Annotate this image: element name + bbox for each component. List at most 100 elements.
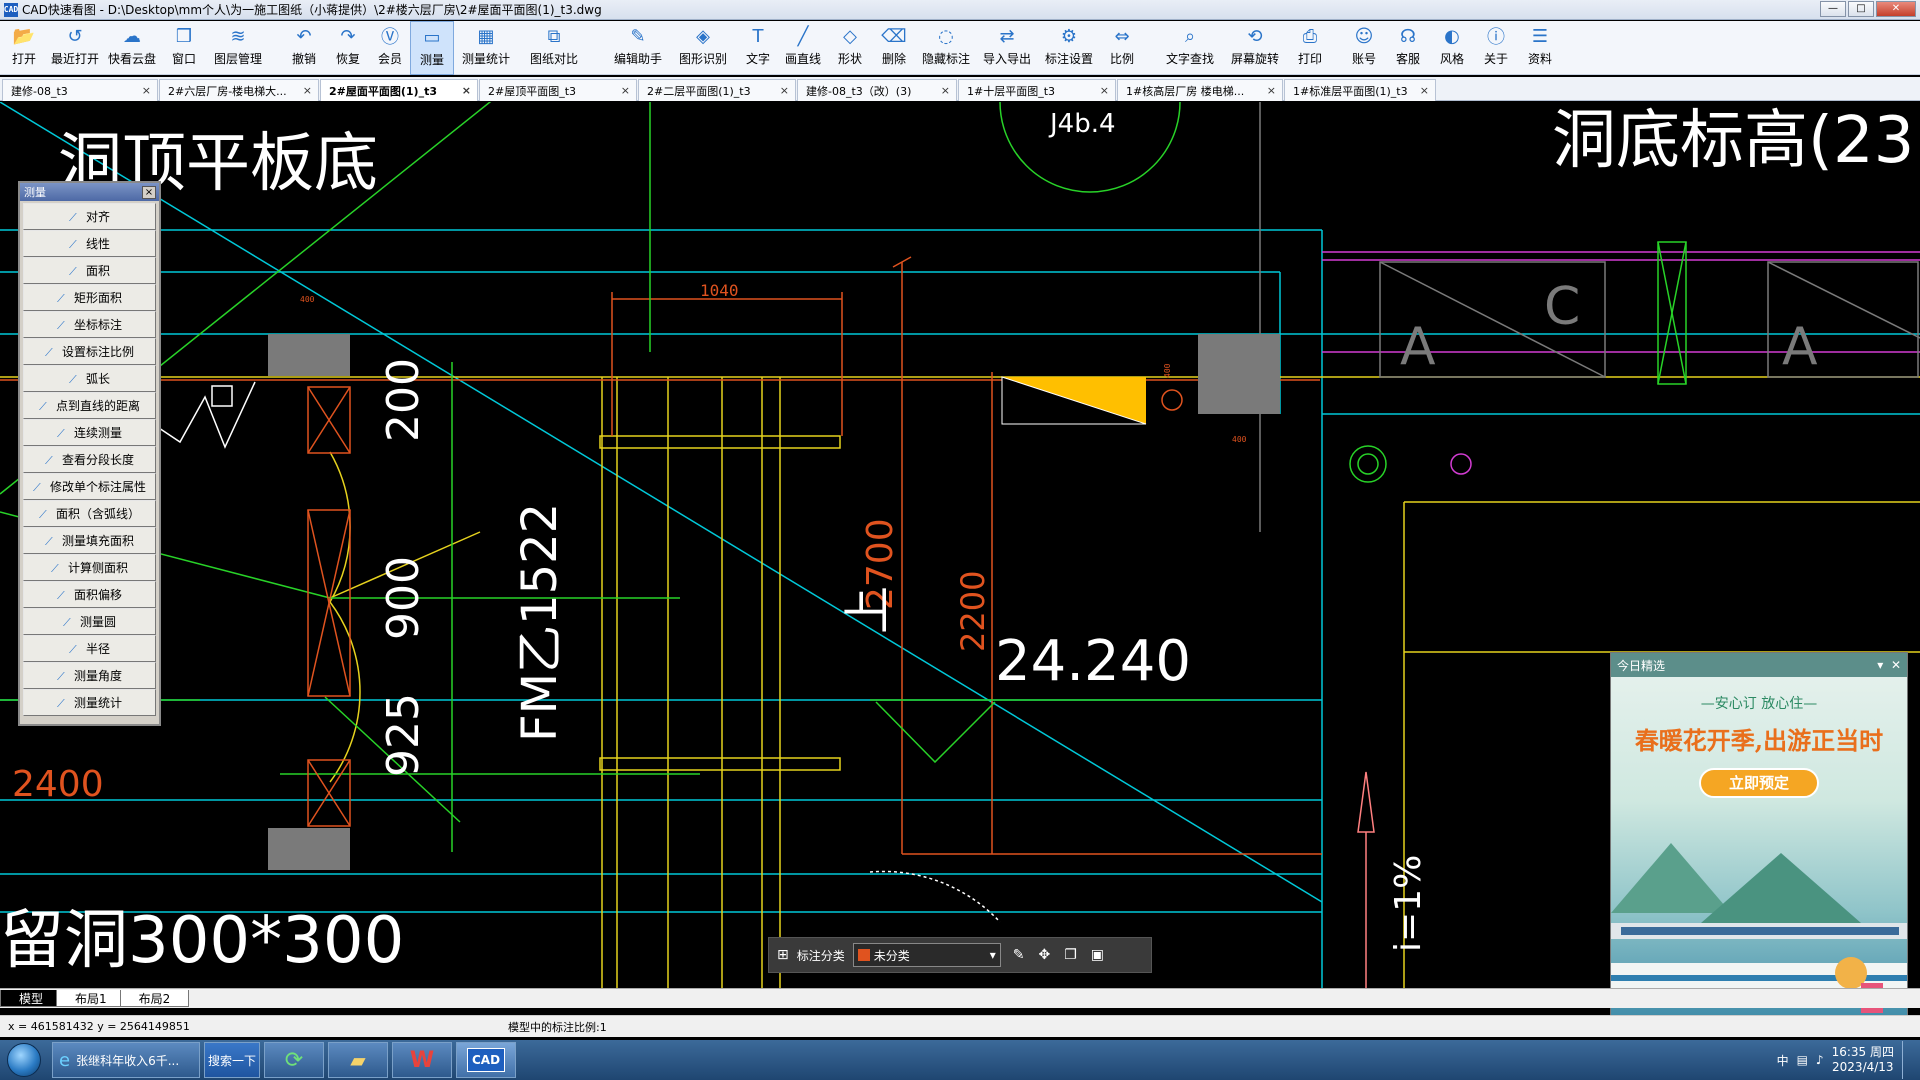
move-icon[interactable]: ✥ xyxy=(1038,947,1050,963)
measure-tool-item[interactable]: ⟋ 测量角度 xyxy=(23,662,156,689)
measure-tool-item[interactable]: ⟋ 矩形面积 xyxy=(23,284,156,311)
measure-tool-item[interactable]: ⟋ 面积（含弧线） xyxy=(23,500,156,527)
ad-close-icon[interactable]: ✕ xyxy=(1891,658,1901,672)
measure-tool-item[interactable]: ⟋ 计算侧面积 xyxy=(23,554,156,581)
measure-tool-item[interactable]: ⟋ 半径 xyxy=(23,635,156,662)
toolbar-eraser-button[interactable]: ⌫ 删除 xyxy=(872,21,916,75)
close-button[interactable]: ✕ xyxy=(1876,1,1916,17)
taskbar-app-green[interactable]: ⟳ xyxy=(264,1042,324,1078)
toolbar-cloud-button[interactable]: ☁ 快看云盘 xyxy=(104,21,160,75)
measure-tool-item[interactable]: ⟋ 测量统计 xyxy=(23,689,156,716)
tab-close-icon[interactable]: × xyxy=(142,84,151,97)
document-tab[interactable]: 1#核高层厂房 楼电梯... × xyxy=(1117,79,1283,101)
taskbar-browser[interactable]: e 张继科年收入6千... xyxy=(52,1042,200,1078)
document-tab[interactable]: 2#屋面平面图(1)_t3 × xyxy=(320,79,478,101)
document-tab[interactable]: 2#二层平面图(1)_t3 × xyxy=(638,79,796,101)
measure-tool-item[interactable]: ⟋ 对齐 xyxy=(23,203,156,230)
copy-icon[interactable]: ❐ xyxy=(1064,947,1077,963)
toolbar-vip-button[interactable]: Ⓥ 会员 xyxy=(370,21,410,75)
toolbar-import-export-button[interactable]: ⇄ 导入导出 xyxy=(976,21,1038,75)
toolbar-text-button[interactable]: T 文字 xyxy=(738,21,778,75)
taskbar-wps[interactable]: W xyxy=(392,1042,452,1078)
taskbar-search-button[interactable]: 搜索一下 xyxy=(204,1042,260,1078)
toolbar-measure-button[interactable]: ▭ 测量 xyxy=(410,21,454,75)
tab-close-icon[interactable]: × xyxy=(1420,84,1429,97)
toolbar-rotate-button[interactable]: ⟲ 屏幕旋转 xyxy=(1224,21,1286,75)
toolbar-materials-button[interactable]: ☰ 资料 xyxy=(1518,21,1562,75)
tab-close-icon[interactable]: × xyxy=(1100,84,1109,97)
toolbar-redo-button[interactable]: ↷ 恢复 xyxy=(326,21,370,75)
tab-close-icon[interactable]: × xyxy=(621,84,630,97)
toolbar-scale-button[interactable]: ⇔ 比例 xyxy=(1100,21,1144,75)
measure-panel-header[interactable]: 测量 × xyxy=(20,183,159,201)
show-desktop-button[interactable] xyxy=(1902,1041,1912,1079)
toolbar-measure-stats-button[interactable]: ▦ 测量统计 xyxy=(454,21,518,75)
toolbar-folder-open-button[interactable]: 📂 打开 xyxy=(2,21,46,75)
clock[interactable]: 16:35 周四 2023/4/13 xyxy=(1832,1045,1894,1075)
chevron-down-icon[interactable]: ▾ xyxy=(1877,658,1883,672)
network-icon[interactable]: ▤ xyxy=(1797,1053,1808,1067)
document-tab[interactable]: 1#十层平面图_t3 × xyxy=(958,79,1116,101)
toolbar-history-button[interactable]: ↺ 最近打开 xyxy=(46,21,104,75)
ime-indicator[interactable]: 中 xyxy=(1777,1052,1789,1069)
start-button[interactable] xyxy=(0,1040,48,1080)
grid-icon[interactable]: ⊞ xyxy=(777,947,789,963)
toolbar-hide-annotation-button[interactable]: ◌ 隐藏标注 xyxy=(916,21,976,75)
tab-close-icon[interactable]: × xyxy=(941,84,950,97)
measure-tool-item[interactable]: ⟋ 查看分段长度 xyxy=(23,446,156,473)
measure-tool-item[interactable]: ⟋ 连续测量 xyxy=(23,419,156,446)
measure-tool-item[interactable]: ⟋ 坐标标注 xyxy=(23,311,156,338)
annotation-category-select[interactable]: 未分类 ▾ xyxy=(852,943,1001,967)
column-block xyxy=(268,334,350,376)
tab-close-icon[interactable]: × xyxy=(780,84,789,97)
layout-tab[interactable]: 布局2 xyxy=(119,990,190,1007)
ad-book-button[interactable]: 立即预定 xyxy=(1699,768,1819,798)
minimize-button[interactable]: — xyxy=(1820,1,1846,17)
toolbar-print-button[interactable]: ⎙ 打印 xyxy=(1286,21,1334,75)
toolbar-compare-button[interactable]: ⧉ 图纸对比 xyxy=(518,21,590,75)
toolbar-edit-helper-button[interactable]: ✎ 编辑助手 xyxy=(604,21,672,75)
toolbar-button-label: 文字查找 xyxy=(1165,52,1214,66)
document-tab[interactable]: 建修-08_t3 × xyxy=(2,79,158,101)
tab-close-icon[interactable]: × xyxy=(1267,84,1276,97)
measure-panel-close-button[interactable]: × xyxy=(142,185,156,199)
document-tab[interactable]: 2#六层厂房-楼电梯大... × xyxy=(159,79,319,101)
taskbar-explorer[interactable]: ▰ xyxy=(328,1042,388,1078)
measure-tool-item[interactable]: ⟋ 测量圆 xyxy=(23,608,156,635)
measure-tool-icon: ⟋ xyxy=(68,264,77,278)
document-tab[interactable]: 建修-08_t3（改）(3) × xyxy=(797,79,957,101)
measure-tool-item[interactable]: ⟋ 点到直线的距离 xyxy=(23,392,156,419)
measure-tool-item[interactable]: ⟋ 线性 xyxy=(23,230,156,257)
document-tab-label: 1#核高层厂房 楼电梯... xyxy=(1126,84,1245,98)
layout-tab[interactable]: 布局1 xyxy=(56,990,126,1007)
measure-tool-icon: ⟋ xyxy=(38,399,47,413)
measure-tool-item[interactable]: ⟋ 设置标注比例 xyxy=(23,338,156,365)
toolbar-window-button[interactable]: ❒ 窗口 xyxy=(160,21,208,75)
layout-tab[interactable]: 模型 xyxy=(0,990,63,1007)
toolbar-user-button[interactable]: ☺ 账号 xyxy=(1342,21,1386,75)
toolbar-style-button[interactable]: ◐ 风格 xyxy=(1430,21,1474,75)
toolbar-layers-button[interactable]: ≋ 图层管理 xyxy=(208,21,268,75)
tab-close-icon[interactable]: × xyxy=(462,84,471,97)
measure-tool-item[interactable]: ⟋ 修改单个标注属性 xyxy=(23,473,156,500)
paste-icon[interactable]: ▣ xyxy=(1091,947,1104,963)
document-tab[interactable]: 2#屋顶平面图_t3 × xyxy=(479,79,637,101)
toolbar-annotation-settings-button[interactable]: ⚙ 标注设置 xyxy=(1038,21,1100,75)
measure-tool-item[interactable]: ⟋ 面积 xyxy=(23,257,156,284)
taskbar-cad[interactable]: CAD xyxy=(456,1042,516,1078)
volume-icon[interactable]: ♪ xyxy=(1816,1053,1824,1067)
edit-icon[interactable]: ✎ xyxy=(1013,947,1025,963)
toolbar-text-search-button[interactable]: ⌕ 文字查找 xyxy=(1156,21,1224,75)
tab-close-icon[interactable]: × xyxy=(303,84,312,97)
document-tab[interactable]: 1#标准层平面图(1)_t3 × xyxy=(1284,79,1436,101)
toolbar-shape-button[interactable]: ◇ 形状 xyxy=(828,21,872,75)
toolbar-info-button[interactable]: ⓘ 关于 xyxy=(1474,21,1518,75)
toolbar-shape-recognize-button[interactable]: ◈ 图形识别 xyxy=(672,21,734,75)
measure-tool-item[interactable]: ⟋ 弧长 xyxy=(23,365,156,392)
measure-tool-item[interactable]: ⟋ 面积偏移 xyxy=(23,581,156,608)
toolbar-line-button[interactable]: ╱ 画直线 xyxy=(778,21,828,75)
measure-tool-item[interactable]: ⟋ 测量填充面积 xyxy=(23,527,156,554)
toolbar-headset-button[interactable]: ☊ 客服 xyxy=(1386,21,1430,75)
toolbar-undo-button[interactable]: ↶ 撤销 xyxy=(282,21,326,75)
maximize-button[interactable]: □ xyxy=(1848,1,1874,17)
